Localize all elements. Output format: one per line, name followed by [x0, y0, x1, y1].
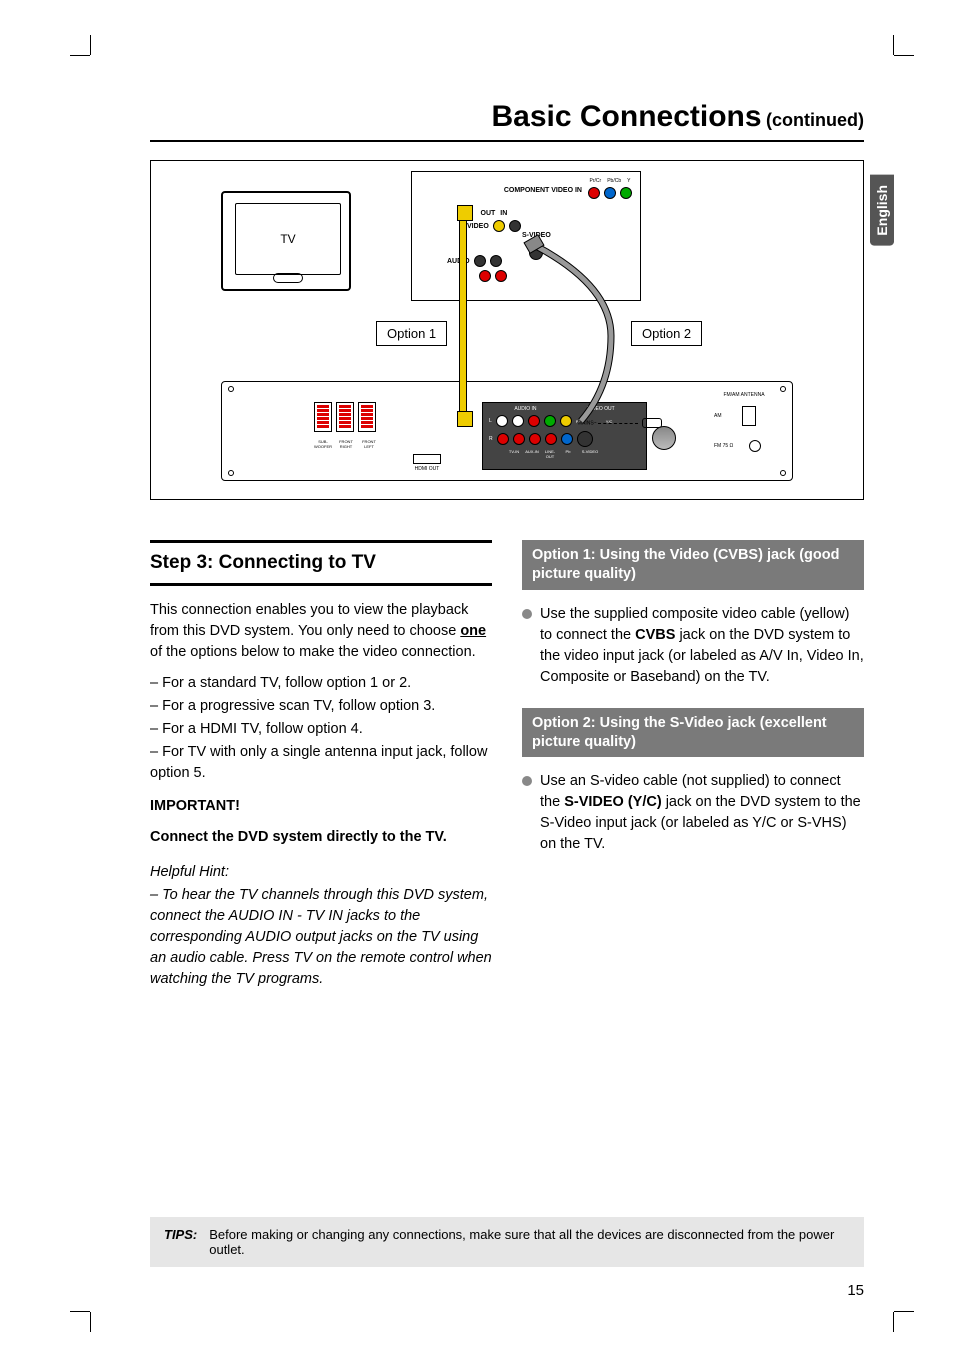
tvin-label: TV-IN: [507, 449, 521, 459]
svideo-out-label: S-VIDEO: [579, 449, 601, 459]
option1-body: Use the supplied composite video cable (…: [522, 604, 864, 688]
video-label: VIDEO: [467, 223, 489, 230]
speaker-label: SUB-WOOFER: [312, 439, 334, 449]
port-audio-r2: [495, 270, 507, 282]
crop-mark: [70, 1311, 90, 1312]
crop-mark: [893, 1312, 894, 1332]
page-title-bar: Basic Connections (continued): [150, 100, 864, 142]
crop-mark: [894, 1311, 914, 1312]
port-pb: [604, 187, 616, 199]
option2-label: Option 2: [631, 321, 702, 346]
page-title: Basic Connections: [492, 100, 762, 133]
tv-icon: TV: [221, 191, 351, 291]
port-audio-in: [490, 255, 502, 267]
hint-heading: Helpful Hint:: [150, 862, 492, 883]
option-list: – For a standard TV, follow option 1 or …: [150, 673, 492, 784]
port-video-in: [509, 220, 521, 232]
option1-label: Option 1: [376, 321, 447, 346]
pb-label: Pb: [561, 449, 575, 459]
lineout-label: LINE-OUT: [543, 449, 557, 459]
option-item: – For a standard TV, follow option 1 or …: [150, 673, 492, 694]
crop-mark: [90, 1312, 91, 1332]
step-heading: Step 3: Connecting to TV: [150, 540, 492, 586]
port-audio-out: [474, 255, 486, 267]
speaker-terminals: SUB-WOOFER FRONT RIGHT FRONT LEFT: [312, 402, 412, 462]
speaker-label: FRONT LEFT: [358, 439, 380, 449]
page-number: 15: [847, 1282, 864, 1299]
page-title-continued: (continued): [766, 110, 864, 130]
bullet-icon: [522, 776, 532, 786]
hint-body: – To hear the TV channels through this D…: [150, 885, 492, 990]
antenna-label: FM/AM ANTENNA: [714, 392, 774, 398]
cvbs-cable-icon: [459, 216, 467, 416]
connection-diagram: TV COMPONENT VIDEO IN Pr/Cr Pb/Cb Y: [150, 160, 864, 500]
auxin-label: AUX-IN: [525, 449, 539, 459]
option-item: – For a progressive scan TV, follow opti…: [150, 696, 492, 717]
in-label: IN: [500, 210, 507, 217]
tips-label: TIPS:: [164, 1227, 197, 1257]
am-label: AM: [714, 413, 722, 419]
dvd-rear-panel: SUB-WOOFER FRONT RIGHT FRONT LEFT HDMI O…: [221, 381, 793, 481]
port-label: Pb/Cb: [607, 178, 621, 184]
option-item: – For TV with only a single antenna inpu…: [150, 742, 492, 784]
option2-heading: Option 2: Using the S-Video jack (excell…: [522, 708, 864, 758]
component-label: COMPONENT VIDEO IN: [504, 187, 582, 194]
tv-stand: [273, 273, 303, 283]
out-label: OUT: [481, 210, 496, 217]
option2-body: Use an S-video cable (not supplied) to c…: [522, 771, 864, 855]
fm-label: FM 75 Ω: [714, 443, 733, 449]
port-audio-r: [479, 270, 491, 282]
important-body: Connect the DVD system directly to the T…: [150, 827, 492, 848]
crop-mark: [894, 55, 914, 56]
hdmi-label: HDMI OUT: [402, 466, 452, 472]
port-y: [620, 187, 632, 199]
crop-mark: [70, 55, 90, 56]
speaker-label: FRONT RIGHT: [335, 439, 357, 449]
crop-mark: [90, 35, 91, 55]
option-item: – For a HDMI TV, follow option 4.: [150, 719, 492, 740]
antenna-block: FM/AM ANTENNA AM FM 75 Ω: [714, 392, 774, 454]
intro-paragraph: This connection enables you to view the …: [150, 600, 492, 663]
hdmi-out: HDMI OUT: [402, 454, 452, 472]
port-label: Y: [627, 178, 630, 184]
tv-screen-label: TV: [235, 203, 341, 275]
tips-body: Before making or changing any connection…: [209, 1227, 850, 1257]
tips-bar: TIPS: Before making or changing any conn…: [150, 1217, 864, 1267]
crop-mark: [893, 35, 894, 55]
bullet-icon: [522, 609, 532, 619]
port-pr: [588, 187, 600, 199]
port-label: Pr/Cr: [590, 178, 602, 184]
svideo-cable-icon: [531, 246, 631, 426]
left-column: Step 3: Connecting to TV This connection…: [150, 540, 492, 1000]
option1-heading: Option 1: Using the Video (CVBS) jack (g…: [522, 540, 864, 590]
important-heading: IMPORTANT!: [150, 796, 492, 817]
port-video-out: [493, 220, 505, 232]
right-column: Option 1: Using the Video (CVBS) jack (g…: [522, 540, 864, 1000]
language-tab: English: [870, 175, 894, 246]
svideo-plug-icon: [652, 426, 676, 450]
